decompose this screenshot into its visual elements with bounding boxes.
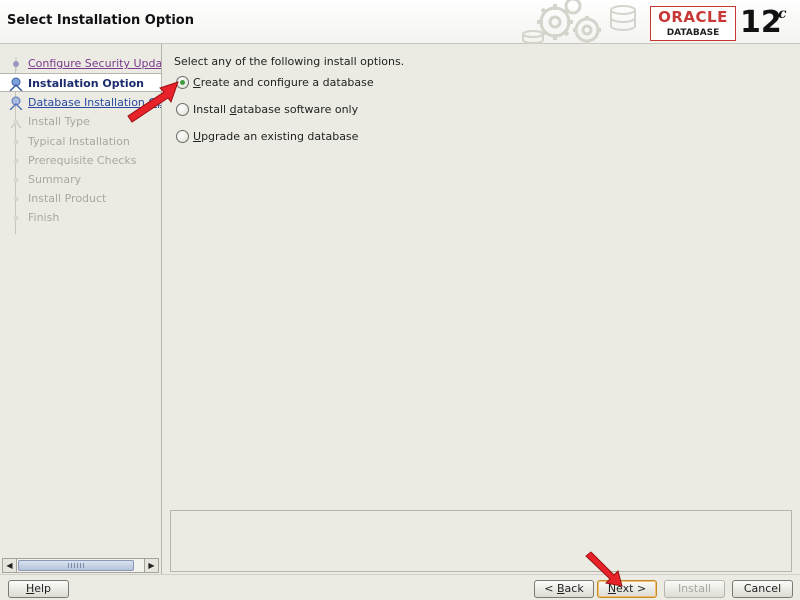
annotation-arrow-icon [585, 551, 623, 587]
header-bar: Select Installation Option ORACLE DATABA… [0, 0, 800, 44]
oracle-logo: ORACLE DATABASE 12 c [646, 4, 796, 42]
annotation-arrow-icon [127, 81, 179, 123]
scrollbar-thumb[interactable] [18, 560, 134, 571]
step-pending-icon [13, 196, 19, 202]
logo-product: DATABASE [650, 27, 736, 41]
sidebar-step-configure-security-updates[interactable]: Configure Security Updates [0, 54, 161, 73]
sidebar-step-typical-installation: Typical Installation [0, 132, 161, 151]
sidebar-step-label: Configure Security Updates [28, 57, 161, 70]
sidebar-step-prerequisite-checks: Prerequisite Checks [0, 151, 161, 170]
scroll-left-arrow-icon[interactable]: ◀ [3, 559, 17, 572]
radio-button[interactable] [176, 130, 189, 143]
step-pending-icon [13, 158, 19, 164]
logo-version: 12 [740, 5, 782, 40]
page-title: Select Installation Option [7, 13, 194, 28]
sidebar-step-label: Summary [28, 173, 82, 186]
sidebar-step-summary: Summary [0, 170, 161, 189]
logo-version-suffix: c [778, 6, 787, 22]
cancel-button[interactable]: Cancel [732, 580, 793, 598]
scrollbar-grip-icon [68, 563, 86, 568]
sidebar-step-label: Prerequisite Checks [28, 154, 137, 167]
install-button[interactable]: Install [664, 580, 725, 598]
step-pending-icon [13, 177, 19, 183]
sidebar-step-finish: Finish [0, 208, 161, 227]
step-pending-icon [13, 139, 19, 145]
sidebar-step-label: Finish [28, 211, 60, 224]
sidebar-horizontal-scrollbar[interactable]: ◀ ▶ [2, 558, 159, 573]
step-completed-icon [13, 57, 19, 71]
message-panel [170, 510, 792, 572]
step-next-icon [9, 96, 23, 110]
help-button[interactable]: Help [8, 580, 69, 598]
sidebar-step-label: Typical Installation [28, 135, 130, 148]
step-pending-icon [10, 119, 22, 129]
logo-brand: ORACLE [650, 6, 736, 28]
main-content: Select any of the following install opti… [163, 44, 800, 574]
footer-bar: Help < Back Next > Install Cancel [0, 574, 800, 600]
option-label[interactable]: Install database software only [193, 101, 358, 119]
step-current-icon [9, 77, 23, 91]
sidebar-step-label: Install Product [28, 192, 107, 205]
option-label[interactable]: Create and configure a database [193, 74, 374, 92]
sidebar-step-label: Install Type [28, 115, 90, 128]
sidebar-step-install-product: Install Product [0, 189, 161, 208]
gears-icon [522, 0, 636, 44]
option-label[interactable]: Upgrade an existing database [193, 128, 358, 146]
step-pending-icon [13, 215, 19, 221]
scroll-right-arrow-icon[interactable]: ▶ [144, 559, 158, 572]
instruction-text: Select any of the following install opti… [174, 55, 405, 68]
